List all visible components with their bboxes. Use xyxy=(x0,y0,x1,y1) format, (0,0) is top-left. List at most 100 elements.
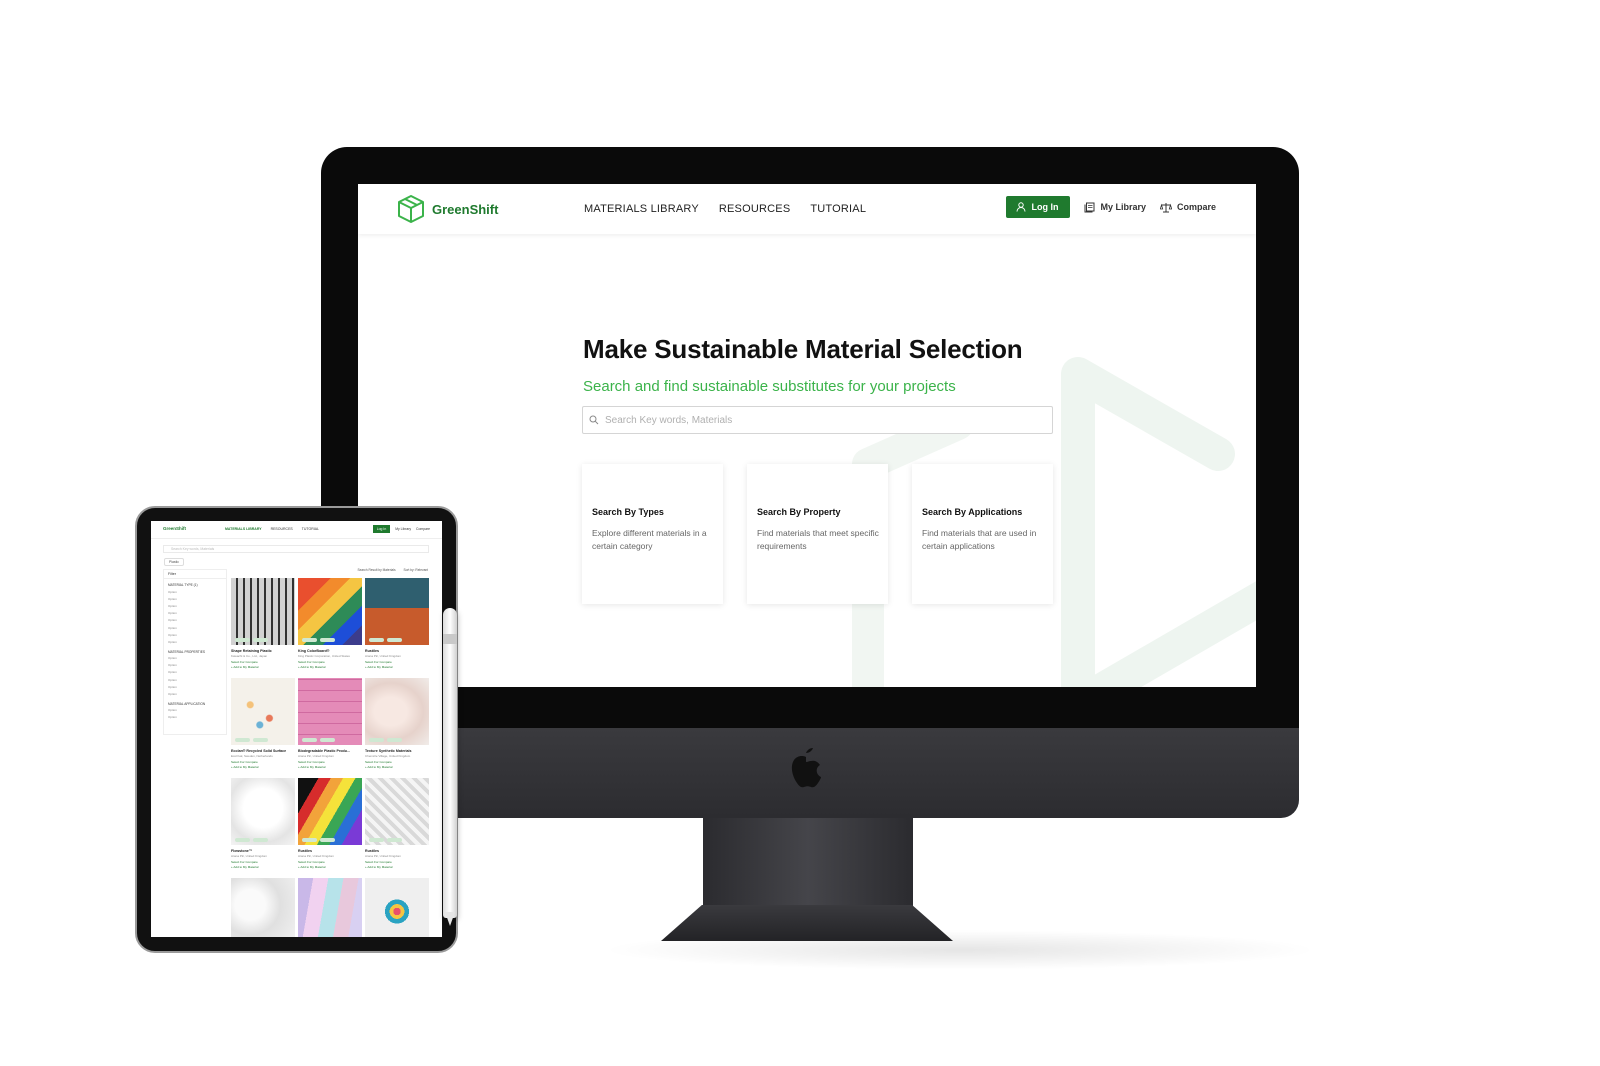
select-compare-checkbox[interactable]: Select For Compare xyxy=(231,860,295,864)
select-compare-checkbox[interactable]: Select For Compare xyxy=(231,760,295,764)
filter-section-title: MATERIAL APPLICATION xyxy=(168,701,206,706)
material-card[interactable]: King ColorBoard® King Plastic Corporatio… xyxy=(298,578,362,673)
material-name: Biodegradable Plastic Produ... xyxy=(298,749,350,753)
add-to-library-button[interactable]: + Add to My Material xyxy=(298,665,362,669)
add-to-library-button[interactable]: + Add to My Material xyxy=(365,765,429,769)
material-thumbnail xyxy=(365,878,429,937)
select-compare-checkbox[interactable]: Select For Compare xyxy=(231,660,295,664)
card-description: Find materials that are used in certain … xyxy=(922,528,1037,551)
card-title: Search By Property xyxy=(757,507,841,517)
filter-chip[interactable]: Plastic xyxy=(164,558,184,566)
material-thumbnail xyxy=(365,678,429,745)
filter-option[interactable]: Option xyxy=(164,662,226,669)
filter-option[interactable]: Option xyxy=(164,617,226,624)
tablet-nav-materials-library[interactable]: MATERIALS LIBRARY xyxy=(225,527,262,531)
my-library-button[interactable]: My Library xyxy=(1084,202,1146,213)
filter-header[interactable]: Filter xyxy=(164,570,226,579)
tablet-my-library-button[interactable]: My Library xyxy=(395,527,411,531)
material-card[interactable]: Rustiles Arana Plc, United Kingdom Selec… xyxy=(365,778,429,873)
material-thumbnail xyxy=(298,578,362,645)
brand-logo[interactable]: GreenShift xyxy=(396,194,498,224)
add-to-library-button[interactable]: + Add to My Material xyxy=(231,865,295,869)
login-button[interactable]: Log In xyxy=(1006,196,1071,218)
compare-button[interactable]: Compare xyxy=(1159,202,1216,213)
material-card[interactable]: Flowstone™ Arana Plc, United Kingdom Sel… xyxy=(231,778,295,873)
sort-dropdown[interactable]: Sort by: Relevant xyxy=(404,568,428,572)
filter-option[interactable]: Option xyxy=(164,683,226,690)
material-thumbnail xyxy=(231,678,295,745)
material-name: Rustiles xyxy=(365,649,379,653)
select-compare-checkbox[interactable]: Select For Compare xyxy=(365,660,429,664)
add-to-library-button[interactable]: + Add to My Material xyxy=(231,765,295,769)
filter-option[interactable]: Option xyxy=(164,707,226,714)
brand-name: GreenShift xyxy=(432,201,499,217)
add-to-library-button[interactable]: + Add to My Material xyxy=(231,665,295,669)
top-navbar: GreenShift MATERIALS LIBRARY RESOURCES T… xyxy=(358,184,1256,234)
user-icon xyxy=(1016,202,1026,212)
filter-option[interactable]: Option xyxy=(164,690,226,697)
material-card[interactable]: Ecolan® Recycled Solid Surface EcoOval, … xyxy=(231,678,295,773)
add-to-library-button[interactable]: + Add to My Material xyxy=(365,865,429,869)
tablet-navbar: GreenShift MATERIALS LIBRARY RESOURCES T… xyxy=(151,521,442,539)
card-title: Search By Applications xyxy=(922,507,1023,517)
add-to-library-button[interactable]: + Add to My Material xyxy=(298,765,362,769)
filter-option[interactable]: Option xyxy=(164,676,226,683)
select-compare-checkbox[interactable]: Select For Compare xyxy=(298,760,362,764)
material-supplier: Chemicle Village, United Kingdom xyxy=(365,754,411,758)
material-thumbnail xyxy=(298,878,362,937)
filter-section-title: MATERIAL PROPERTIES xyxy=(168,649,205,654)
filter-option[interactable]: Option xyxy=(164,602,226,609)
material-card[interactable] xyxy=(298,878,362,937)
material-card[interactable] xyxy=(365,878,429,937)
filter-option[interactable]: Option xyxy=(164,714,226,721)
hero-title: Make Sustainable Material Selection xyxy=(583,334,1023,364)
select-compare-checkbox[interactable]: Select For Compare xyxy=(365,860,429,864)
material-card[interactable]: Biodegradable Plastic Produ... Arana Plc… xyxy=(298,678,362,773)
imac-stand xyxy=(703,818,913,913)
apple-logo-icon xyxy=(791,748,821,788)
card-search-by-property[interactable]: Search By Property Find materials that m… xyxy=(747,464,888,604)
select-compare-checkbox[interactable]: Select For Compare xyxy=(298,660,362,664)
select-compare-checkbox[interactable]: Select For Compare xyxy=(298,860,362,864)
tablet-search-input[interactable]: Search Key words, Materials xyxy=(163,545,429,553)
filter-option[interactable]: Option xyxy=(164,669,226,676)
nav-materials-library[interactable]: MATERIALS LIBRARY xyxy=(584,203,699,215)
material-card[interactable]: Texture Synthetic Materials Chemicle Vil… xyxy=(365,678,429,773)
material-supplier: Arana Plc, United Kingdom xyxy=(231,854,268,858)
tablet-brand[interactable]: GreenShift xyxy=(163,526,186,531)
filter-option[interactable]: Option xyxy=(164,655,226,662)
select-compare-checkbox[interactable]: Select For Compare xyxy=(365,760,429,764)
material-card[interactable]: Shape Retaining Plastic Kawachi & Co., L… xyxy=(231,578,295,673)
material-name: Texture Synthetic Materials xyxy=(365,749,412,753)
tablet-nav-tutorial[interactable]: TUTORIAL xyxy=(302,527,319,531)
add-to-library-button[interactable]: + Add to My Material xyxy=(298,865,362,869)
filter-section-title: MATERIAL TYPE (1) xyxy=(168,583,198,587)
add-to-library-button[interactable]: + Add to My Material xyxy=(365,665,429,669)
tablet-compare-button[interactable]: Compare xyxy=(416,527,430,531)
material-card[interactable]: Rustiles Arana Plc, United Kingdom Selec… xyxy=(365,578,429,673)
card-search-by-applications[interactable]: Search By Applications Find materials th… xyxy=(912,464,1053,604)
filter-option[interactable]: Option xyxy=(164,624,226,631)
filter-option[interactable]: Option xyxy=(164,631,226,638)
stylus-band xyxy=(443,634,457,644)
material-name: King ColorBoard® xyxy=(298,649,330,653)
tablet-screen: GreenShift MATERIALS LIBRARY RESOURCES T… xyxy=(151,521,442,937)
search-input[interactable]: Search Key words, Materials xyxy=(582,406,1053,434)
login-label: Log In xyxy=(1031,202,1059,212)
nav-resources[interactable]: RESOURCES xyxy=(719,203,790,215)
tablet-login-button[interactable]: Log In xyxy=(372,525,391,533)
card-title: Search By Types xyxy=(592,507,664,517)
tablet-nav-resources[interactable]: RESOURCES xyxy=(271,527,293,531)
filter-option[interactable]: Option xyxy=(164,638,226,645)
filter-option[interactable]: Option xyxy=(164,588,226,595)
filter-option[interactable]: Option xyxy=(164,595,226,602)
tablet-nav-actions: Log In My Library Compare xyxy=(372,525,430,533)
card-search-by-types[interactable]: Search By Types Explore different materi… xyxy=(582,464,723,604)
material-thumbnail xyxy=(365,778,429,845)
material-card[interactable]: Rustiles Arana Plc, United Kingdom Selec… xyxy=(298,778,362,873)
material-name: Flowstone™ xyxy=(231,849,253,853)
material-card[interactable] xyxy=(231,878,295,937)
filter-option[interactable]: Option xyxy=(164,610,226,617)
nav-tutorial[interactable]: TUTORIAL xyxy=(810,203,866,215)
card-description: Explore different materials in a certain… xyxy=(592,528,707,551)
